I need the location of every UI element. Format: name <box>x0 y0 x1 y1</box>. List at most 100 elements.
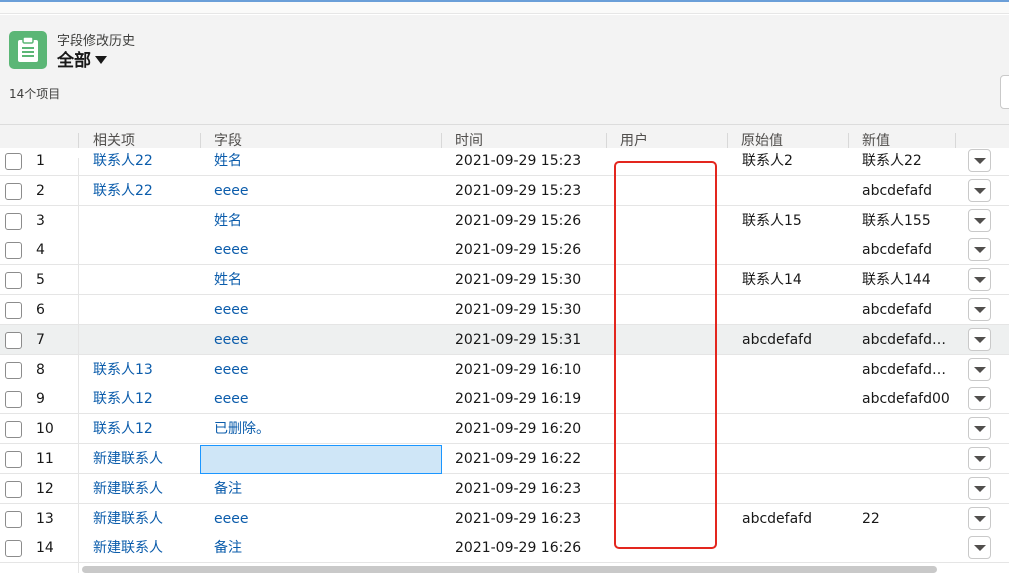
table-row[interactable]: 7 eeee 2021-09-29 15:31 abcdefafd abcdefafdd… <box>0 324 1009 355</box>
list-view-switcher[interactable]: 全部 <box>57 46 107 71</box>
row-checkbox[interactable] <box>5 153 22 170</box>
row-checkbox[interactable] <box>5 391 22 409</box>
row-checkbox[interactable] <box>5 302 22 319</box>
time-cell: 2021-09-29 16:10 <box>455 361 582 378</box>
table-row[interactable]: 11新建联系人已创建。2021-09-29 16:22 <box>0 444 1009 474</box>
time-cell: 2021-09-29 16:23 <box>455 480 582 497</box>
table-row[interactable]: 5 姓名 2021-09-29 15:30 联系人14 联系人144 <box>0 265 1009 296</box>
row-number: 6 <box>36 302 45 318</box>
selected-cell <box>200 445 442 474</box>
row-checkbox[interactable] <box>5 451 22 468</box>
list-header: 字段修改历史 全部 14个项目 <box>0 15 1009 125</box>
table-row[interactable]: 2 联系人22 eeee 2021-09-29 15:23 abcdefafd <box>0 175 1009 206</box>
row-actions-dropdown[interactable] <box>968 298 991 321</box>
user-cell <box>620 533 720 563</box>
row-number: 7 <box>36 331 45 348</box>
related-link[interactable]: 联系人22 <box>93 176 198 206</box>
field-link[interactable]: 备注 <box>214 533 439 563</box>
new-value-cell <box>862 474 952 504</box>
user-cell <box>620 414 720 444</box>
table-row[interactable]: 1 联系人22 姓名 2021-09-29 15:23 联系人2 联系人22 <box>0 148 1009 176</box>
row-checkbox[interactable] <box>5 272 22 290</box>
related-link[interactable]: 联系人12 <box>93 414 198 444</box>
row-actions-dropdown[interactable] <box>968 506 991 530</box>
related-link <box>93 265 198 295</box>
user-cell <box>620 148 720 176</box>
header-action-button[interactable] <box>1000 75 1009 109</box>
table-row[interactable]: 8 联系人13 eeee 2021-09-29 16:10 abcdefafd111 <box>0 354 1009 385</box>
related-link <box>93 325 198 355</box>
row-actions-dropdown[interactable] <box>968 149 991 172</box>
field-link[interactable]: eeee <box>214 295 439 325</box>
table-row[interactable]: 14 新建联系人 备注 2021-09-29 16:26 <box>0 533 1009 564</box>
row-actions-dropdown[interactable] <box>968 208 991 232</box>
table-row[interactable]: 12 新建联系人 备注 2021-09-29 16:23 <box>0 473 1009 504</box>
time-cell: 2021-09-29 15:31 <box>455 331 582 348</box>
user-cell <box>620 176 720 206</box>
row-number: 3 <box>36 212 45 229</box>
related-link[interactable]: 联系人13 <box>93 355 198 385</box>
time-cell: 2021-09-29 15:30 <box>455 272 582 289</box>
related-link[interactable]: 新建联系人 <box>93 474 198 504</box>
row-actions-dropdown[interactable] <box>968 447 991 470</box>
related-link[interactable]: 新建联系人 <box>93 504 198 534</box>
item-count: 14个项目 <box>9 87 61 101</box>
column-divider <box>78 158 79 573</box>
field-link[interactable]: eeee <box>214 325 439 355</box>
row-actions-dropdown[interactable] <box>968 178 991 202</box>
field-link[interactable]: 姓名 <box>214 265 439 295</box>
row-checkbox[interactable] <box>5 331 22 349</box>
field-link[interactable]: 姓名 <box>214 206 439 236</box>
table-row[interactable]: 3 姓名 2021-09-29 15:26 联系人15 联系人155 <box>0 205 1009 236</box>
related-link[interactable]: 联系人12 <box>93 384 198 414</box>
related-link[interactable]: 新建联系人 <box>93 444 198 474</box>
row-checkbox[interactable] <box>5 510 22 528</box>
row-checkbox[interactable] <box>5 421 22 439</box>
field-link[interactable]: eeee <box>214 176 439 206</box>
row-actions-dropdown[interactable] <box>968 387 991 411</box>
row-number: 9 <box>36 391 45 408</box>
user-cell <box>620 504 720 534</box>
row-actions-dropdown[interactable] <box>968 417 991 441</box>
time-cell: 2021-09-29 16:26 <box>455 540 582 557</box>
row-actions-dropdown[interactable] <box>968 268 991 292</box>
horizontal-scrollbar[interactable] <box>82 566 937 573</box>
new-value-cell: 联系人144 <box>862 272 931 289</box>
table-row[interactable]: 10 联系人12 已删除。 2021-09-29 16:20 <box>0 414 1009 445</box>
row-checkbox[interactable] <box>5 361 22 379</box>
row-number: 5 <box>36 272 45 289</box>
field-link[interactable]: 备注 <box>214 474 439 504</box>
row-actions-dropdown[interactable] <box>968 476 991 500</box>
field-link[interactable]: eeee <box>214 235 439 265</box>
original-value-cell: abcdefafd <box>742 331 812 348</box>
time-cell: 2021-09-29 16:19 <box>455 391 582 408</box>
field-link[interactable]: eeee <box>214 355 439 385</box>
row-actions-dropdown[interactable] <box>968 357 991 381</box>
clipboard-icon <box>9 31 47 69</box>
table-row[interactable]: 4 eeee 2021-09-29 15:26 abcdefafd <box>0 235 1009 266</box>
table-row[interactable]: 9 联系人12 eeee 2021-09-29 16:19 abcdefafd00 <box>0 384 1009 415</box>
field-link[interactable]: 姓名 <box>214 148 439 176</box>
row-checkbox[interactable] <box>5 242 22 260</box>
top-strip <box>0 0 1009 14</box>
row-number: 12 <box>36 480 54 497</box>
row-checkbox[interactable] <box>5 182 22 200</box>
row-actions-dropdown[interactable] <box>968 327 991 351</box>
user-cell <box>620 474 720 504</box>
user-cell <box>620 265 720 295</box>
field-link[interactable]: eeee <box>214 384 439 414</box>
row-checkbox[interactable] <box>5 212 22 230</box>
row-checkbox[interactable] <box>5 480 22 498</box>
related-link[interactable]: 新建联系人 <box>93 533 198 563</box>
field-link[interactable]: eeee <box>214 504 439 534</box>
original-value-cell <box>742 295 852 325</box>
field-link[interactable]: 已删除。 <box>214 414 439 444</box>
original-value-cell <box>742 235 852 265</box>
row-checkbox[interactable] <box>5 540 22 558</box>
row-actions-dropdown[interactable] <box>968 536 991 560</box>
row-actions-dropdown[interactable] <box>968 238 991 262</box>
table-row[interactable]: 13 新建联系人 eeee 2021-09-29 16:23 abcdefafd 22 <box>0 503 1009 534</box>
related-link[interactable]: 联系人22 <box>93 148 198 176</box>
table-row[interactable]: 6 eeee 2021-09-29 15:30 abcdefafd <box>0 295 1009 325</box>
new-value-cell <box>862 444 952 474</box>
